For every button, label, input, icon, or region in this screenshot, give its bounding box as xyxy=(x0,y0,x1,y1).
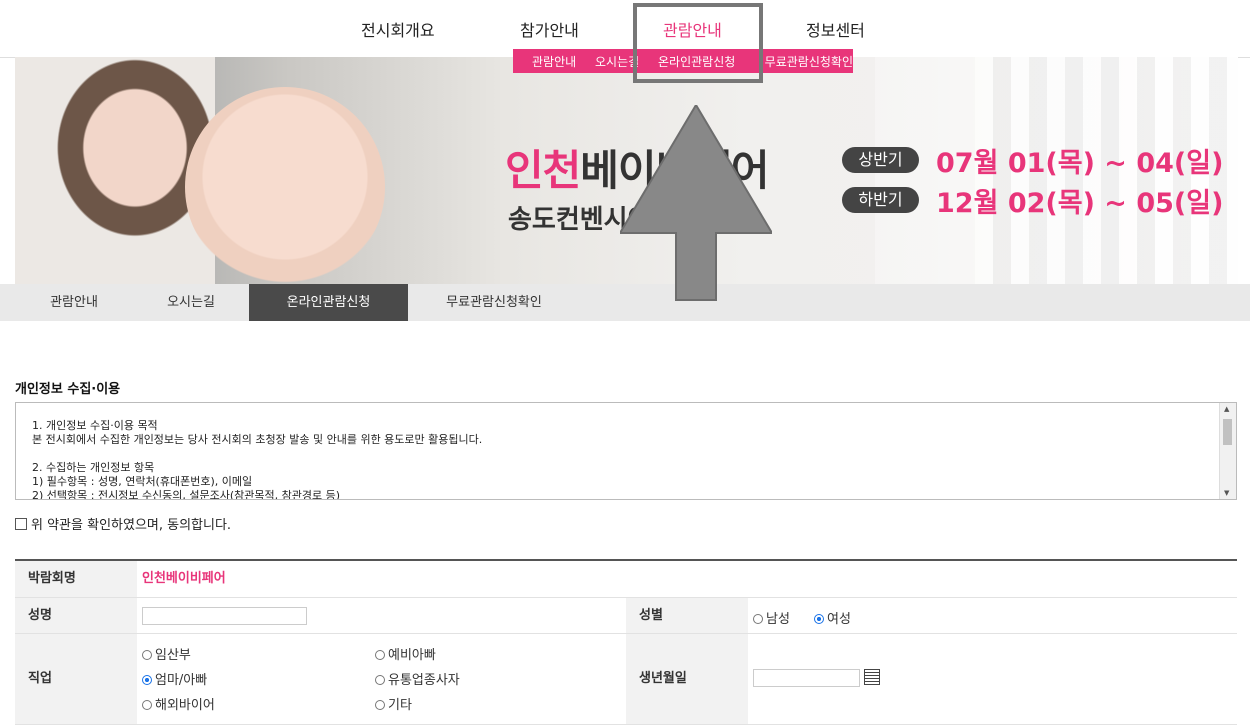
agree-checkbox[interactable] xyxy=(15,518,27,530)
fair-value: 인천베이비페어 xyxy=(142,571,226,586)
radio-male[interactable] xyxy=(753,614,763,624)
period-dates: 07월 01(목) ~ 04(일) xyxy=(936,148,1224,179)
tab-visitor-info[interactable]: 관람안내 xyxy=(15,284,133,321)
banner-title-pink: 인천 xyxy=(505,146,581,195)
name-label: 성명 xyxy=(15,598,137,633)
radio[interactable] xyxy=(375,700,385,710)
job-option-other[interactable]: 기타 xyxy=(375,694,412,713)
gender-label: 성별 xyxy=(626,598,748,633)
gender-option-male[interactable]: 남성 xyxy=(753,608,790,627)
tab-online-registration[interactable]: 온라인관람신청 xyxy=(249,284,408,321)
name-input[interactable] xyxy=(142,607,307,625)
gender-option-female[interactable]: 여성 xyxy=(814,608,851,627)
period-badge: 상반기 xyxy=(842,147,919,173)
nav-item-overview[interactable]: 전시회개요 xyxy=(361,17,435,41)
scroll-thumb[interactable] xyxy=(1223,419,1232,445)
registration-form: 박람회명 인천베이비페어 성명 성별 남성 여성 직업 임산부 예비아빠 엄마/… xyxy=(15,559,1237,725)
radio[interactable] xyxy=(375,650,385,660)
form-row-fair: 박람회명 인천베이비페어 xyxy=(15,561,1237,598)
form-row-name-gender: 성명 성별 남성 여성 xyxy=(15,598,1237,634)
job-option-pregnant[interactable]: 임산부 xyxy=(142,644,191,663)
birth-label: 생년월일 xyxy=(626,634,748,724)
highlight-box xyxy=(633,3,763,83)
job-option-overseas-buyer[interactable]: 해외바이어 xyxy=(142,694,215,713)
calendar-icon[interactable] xyxy=(864,669,880,685)
radio[interactable] xyxy=(142,700,152,710)
nav-item-participation[interactable]: 참가안내 xyxy=(520,17,579,41)
radio-female[interactable] xyxy=(814,614,824,624)
privacy-section-title: 개인정보 수집·이용 xyxy=(15,382,121,397)
job-label: 직업 xyxy=(15,634,137,724)
form-row-job-birth: 직업 임산부 예비아빠 엄마/아빠 유통업종사자 해외바이어 기타 생년월일 xyxy=(15,634,1237,725)
radio[interactable] xyxy=(375,675,385,685)
baby-photo xyxy=(185,87,385,284)
subnav-item-free-registration-check[interactable]: 무료관람신청확인 xyxy=(765,53,853,70)
period-dates: 12월 02(목) ~ 05(일) xyxy=(936,188,1224,219)
fair-label: 박람회명 xyxy=(15,561,137,597)
up-arrow-icon xyxy=(620,105,772,301)
mother-photo xyxy=(15,57,215,284)
job-option-distribution[interactable]: 유통업종사자 xyxy=(375,669,460,688)
job-option-parent[interactable]: 엄마/아빠 xyxy=(142,669,207,688)
agree-label: 위 약관을 확인하였으며, 동의합니다. xyxy=(31,518,232,533)
subnav-item-visitor-info[interactable]: 관람안내 xyxy=(532,53,576,70)
scroll-down-icon[interactable]: ▼ xyxy=(1224,489,1229,497)
terms-line: 2) 선택항목 : 전시정보 수신동의, 설문조사(참관목적, 참관경로 등) xyxy=(32,489,341,500)
privacy-terms-textarea[interactable]: 1. 개인정보 수집·이용 목적 본 전시회에서 수집한 개인정보는 당사 전시… xyxy=(15,402,1237,500)
terms-line: 본 전시회에서 수집한 개인정보는 당사 전시회의 초청장 발송 및 안내를 위… xyxy=(32,433,483,446)
scroll-up-icon[interactable]: ▲ xyxy=(1224,405,1229,413)
radio[interactable] xyxy=(142,675,152,685)
radio[interactable] xyxy=(142,650,152,660)
nav-item-info-center[interactable]: 정보센터 xyxy=(806,17,865,41)
birthdate-input[interactable] xyxy=(753,669,860,687)
period-badge: 하반기 xyxy=(842,187,919,213)
tab-free-registration-check[interactable]: 무료관람신청확인 xyxy=(408,284,580,321)
job-option-expecting-dad[interactable]: 예비아빠 xyxy=(375,644,436,663)
terms-scrollbar[interactable]: ▲ ▼ xyxy=(1219,403,1236,499)
tab-directions[interactable]: 오시는길 xyxy=(133,284,249,321)
agree-checkbox-row[interactable]: 위 약관을 확인하였으며, 동의합니다. xyxy=(15,514,231,533)
